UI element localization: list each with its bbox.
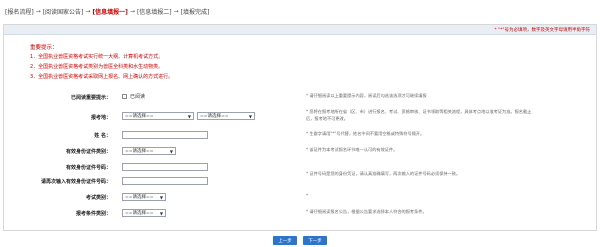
id-number-control — [122, 163, 208, 171]
id-type-value: ==请选择== — [125, 149, 154, 154]
important-title: 重要提示： — [30, 45, 58, 51]
breadcrumb-arrow: → — [173, 7, 179, 15]
name-help: * 生僻字请用"*"号代替，姓名中间不要用空格或特殊符号隔开。 — [306, 131, 425, 136]
breadcrumb-step: [填报完成] — [180, 8, 210, 16]
id-type-help: * 该证件为本考试报名环节唯一认可的有效证件。 — [306, 147, 398, 152]
breadcrumb-arrow: → — [35, 7, 41, 15]
id-type-label: 有效身份证件类别： — [65, 149, 111, 155]
chevron-down-icon: ▼ — [169, 148, 173, 154]
chevron-down-icon: ▼ — [248, 113, 252, 119]
id-number-input[interactable] — [122, 163, 208, 171]
required-note: * "*"号为必填项，数字及英文字母请用半角字符 — [494, 28, 590, 33]
region-city-value: ==请选择== — [200, 114, 229, 119]
breadcrumb: [报名流程] → [阅读国家公告] → [信息填报一] → [信息填报二] → … — [5, 7, 210, 16]
name-label: 姓 名： — [94, 133, 111, 139]
exam-type-select[interactable]: ==请选择== ▼ — [122, 193, 166, 201]
read-notice-option[interactable]: 已阅读 — [130, 93, 145, 100]
condition-type-help: * 请仔细阅读报名公告，根据公告要求选择本人符合的报考条件。 — [306, 209, 427, 214]
important-item-2: 2．全国执业兽医资格考试类别为兽医全科类和水生动物类。 — [30, 64, 164, 70]
breadcrumb-step: [报名流程] — [5, 8, 34, 16]
read-notice-control: 已阅读 — [122, 93, 145, 100]
id-number-confirm-label: 请再次输入有效身份证件号码： — [40, 179, 111, 185]
breadcrumb-step: [信息填报二] — [136, 8, 172, 16]
breadcrumb-step: [阅读国家公告] — [42, 8, 84, 16]
breadcrumb-arrow: → — [85, 7, 91, 15]
important-item-1: 1．全国执业兽医资格考试实行统一大纲、计算机考试方式。 — [30, 54, 164, 60]
region-province-select[interactable]: ==请选择== ▼ — [122, 112, 194, 120]
region-help-line2: 后，报考地不可更改。 — [306, 116, 348, 121]
prev-step-button[interactable]: 上一步 — [273, 236, 297, 245]
exam-type-help: * — [306, 193, 309, 198]
condition-type-select[interactable]: ==请选择== ▼ — [122, 209, 166, 217]
region-label: 报考地： — [90, 115, 111, 121]
condition-type-label: 报考条件类别： — [75, 211, 111, 217]
region-city-select[interactable]: ==请选择== ▼ — [197, 112, 255, 120]
important-item-3: 3．全国执业兽医资格考试采取网上报名、网上确认的方式进行。 — [30, 74, 174, 80]
breadcrumb-step-current: [信息填报一] — [92, 8, 128, 16]
exam-type-control: ==请选择== ▼ — [122, 193, 166, 201]
region-province-value: ==请选择== — [125, 114, 154, 119]
condition-type-value: ==请选择== — [125, 211, 154, 216]
chevron-down-icon: ▼ — [159, 210, 163, 216]
read-notice-help: * 请仔细阅读以上重要提示内容，阅读后勾选该选项才可继续填报 — [306, 93, 427, 98]
region-help-line1: * 您将在报考地所在省（区、市）进行报名、考试、资格审核、证书领取等相关流程，具… — [306, 109, 532, 114]
step-buttons: 上一步 下一步 — [0, 236, 600, 245]
id-type-control: ==请选择== ▼ — [122, 147, 176, 155]
exam-type-value: ==请选择== — [125, 195, 154, 200]
next-step-button[interactable]: 下一步 — [303, 236, 327, 245]
id-type-select[interactable]: ==请选择== ▼ — [122, 147, 176, 155]
exam-type-label: 考试类别： — [85, 195, 111, 201]
name-control — [122, 131, 208, 139]
id-number-confirm-control — [122, 177, 208, 185]
breadcrumb-arrow: → — [129, 7, 135, 15]
form-panel: * "*"号为必填项，数字及英文字母请用半角字符 重要提示： 1．全国执业兽医资… — [3, 24, 597, 231]
panel-header: * "*"号为必填项，数字及英文字母请用半角字符 — [4, 25, 596, 35]
chevron-down-icon: ▼ — [187, 113, 191, 119]
condition-type-control: ==请选择== ▼ — [122, 209, 166, 217]
read-notice-checkbox[interactable] — [122, 94, 127, 99]
region-control: ==请选择== ▼ ==请选择== ▼ — [122, 112, 255, 120]
id-number-help: * 证件号码是您的身份凭证，请认真准确填写，两次输入的证件号码必须保持一致。 — [306, 171, 461, 176]
read-notice-label: 已阅读重要提示： — [70, 95, 111, 101]
chevron-down-icon: ▼ — [159, 194, 163, 200]
name-input[interactable] — [122, 131, 208, 139]
id-number-label: 有效身份证件号码： — [65, 165, 111, 171]
id-number-confirm-input[interactable] — [122, 177, 208, 185]
